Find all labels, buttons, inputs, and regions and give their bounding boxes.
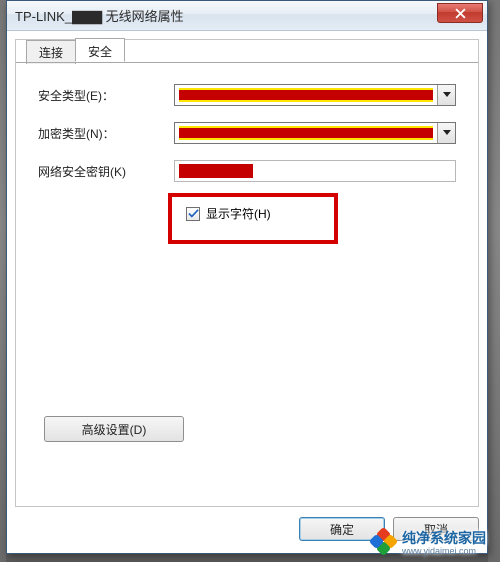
dialog-footer: 确定 取消 bbox=[15, 513, 479, 545]
encryption-type-dropdown-button[interactable] bbox=[437, 123, 455, 143]
show-characters-row: 显示字符(H) bbox=[186, 205, 290, 222]
security-type-value-redacted bbox=[179, 88, 433, 102]
label-network-key: 网络安全密钥(K) bbox=[38, 163, 174, 180]
encryption-type-combobox[interactable] bbox=[174, 122, 456, 144]
check-icon bbox=[188, 208, 199, 219]
tab-connect[interactable]: 连接 bbox=[26, 40, 76, 64]
window-title: TP-LINK_▇▇▇ 无线网络属性 bbox=[15, 6, 184, 25]
titlebar: TP-LINK_▇▇▇ 无线网络属性 bbox=[7, 1, 487, 31]
ok-button[interactable]: 确定 bbox=[299, 517, 385, 541]
advanced-settings-button[interactable]: 高级设置(D) bbox=[44, 416, 184, 442]
network-key-input[interactable] bbox=[174, 160, 456, 182]
security-type-dropdown-button[interactable] bbox=[437, 85, 455, 105]
network-key-value-redacted bbox=[179, 164, 253, 178]
show-characters-checkbox[interactable] bbox=[186, 207, 200, 221]
encryption-type-value-redacted bbox=[179, 126, 433, 140]
row-encryption-type: 加密类型(N)： bbox=[38, 121, 456, 145]
close-button[interactable] bbox=[437, 3, 483, 23]
client-area: 连接 安全 安全类型(E)： 加密类型(N)： bbox=[15, 39, 479, 507]
label-security-type: 安全类型(E)： bbox=[38, 87, 174, 104]
tab-security[interactable]: 安全 bbox=[75, 38, 125, 62]
label-encryption-type: 加密类型(N)： bbox=[38, 125, 174, 142]
security-type-combobox[interactable] bbox=[174, 84, 456, 106]
security-panel: 安全类型(E)： 加密类型(N)： 网络安全密钥(K bbox=[16, 62, 478, 506]
tab-strip: 连接 安全 bbox=[26, 38, 124, 62]
wireless-properties-dialog: TP-LINK_▇▇▇ 无线网络属性 连接 安全 安全类型(E)： 加密类型(N… bbox=[6, 0, 488, 554]
cancel-button[interactable]: 取消 bbox=[393, 517, 479, 541]
row-security-type: 安全类型(E)： bbox=[38, 83, 456, 107]
chevron-down-icon bbox=[443, 92, 451, 98]
row-network-key: 网络安全密钥(K) bbox=[38, 159, 456, 183]
close-icon bbox=[455, 8, 466, 19]
chevron-down-icon bbox=[443, 130, 451, 136]
show-characters-label: 显示字符(H) bbox=[206, 205, 271, 222]
show-characters-highlight: 显示字符(H) bbox=[168, 193, 338, 244]
